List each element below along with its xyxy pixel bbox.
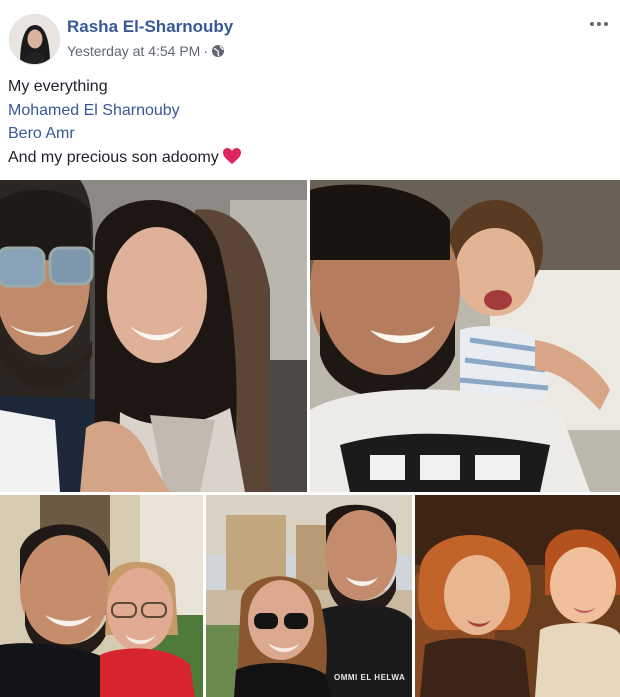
more-options-dot [604, 22, 608, 26]
post-text: My everything Mohamed El Sharnouby Bero … [8, 75, 242, 169]
more-options-button[interactable] [586, 13, 612, 35]
post-photo-2[interactable] [310, 180, 620, 492]
post-meta: Yesterday at 4:54 PM · [67, 43, 225, 59]
globe-icon[interactable] [211, 44, 225, 58]
author-avatar[interactable] [9, 14, 60, 65]
tagged-user-link[interactable]: Bero Amr [8, 122, 242, 146]
post-text-line: And my precious son adoomy [8, 146, 242, 170]
post-photo-3[interactable] [0, 495, 203, 697]
red-heart-icon [222, 147, 242, 165]
post-photo-1[interactable] [0, 180, 307, 492]
tagged-user-link[interactable]: Mohamed El Sharnouby [8, 99, 242, 123]
post-text-line: My everything [8, 78, 108, 95]
post-photo-4[interactable]: OMMI EL HELWA [206, 495, 412, 697]
post-timestamp[interactable]: Yesterday at 4:54 PM [67, 43, 200, 59]
post-photo-5[interactable] [415, 495, 620, 697]
post-header: Rasha El-Sharnouby Yesterday at 4:54 PM … [0, 0, 620, 70]
more-options-icon [590, 22, 594, 26]
shirt-text: OMMI EL HELWA [334, 673, 406, 682]
more-options-dot [597, 22, 601, 26]
post-text-last: And my precious son adoomy [8, 148, 219, 166]
meta-separator: · [203, 43, 209, 59]
author-name-link[interactable]: Rasha El-Sharnouby [67, 17, 233, 37]
